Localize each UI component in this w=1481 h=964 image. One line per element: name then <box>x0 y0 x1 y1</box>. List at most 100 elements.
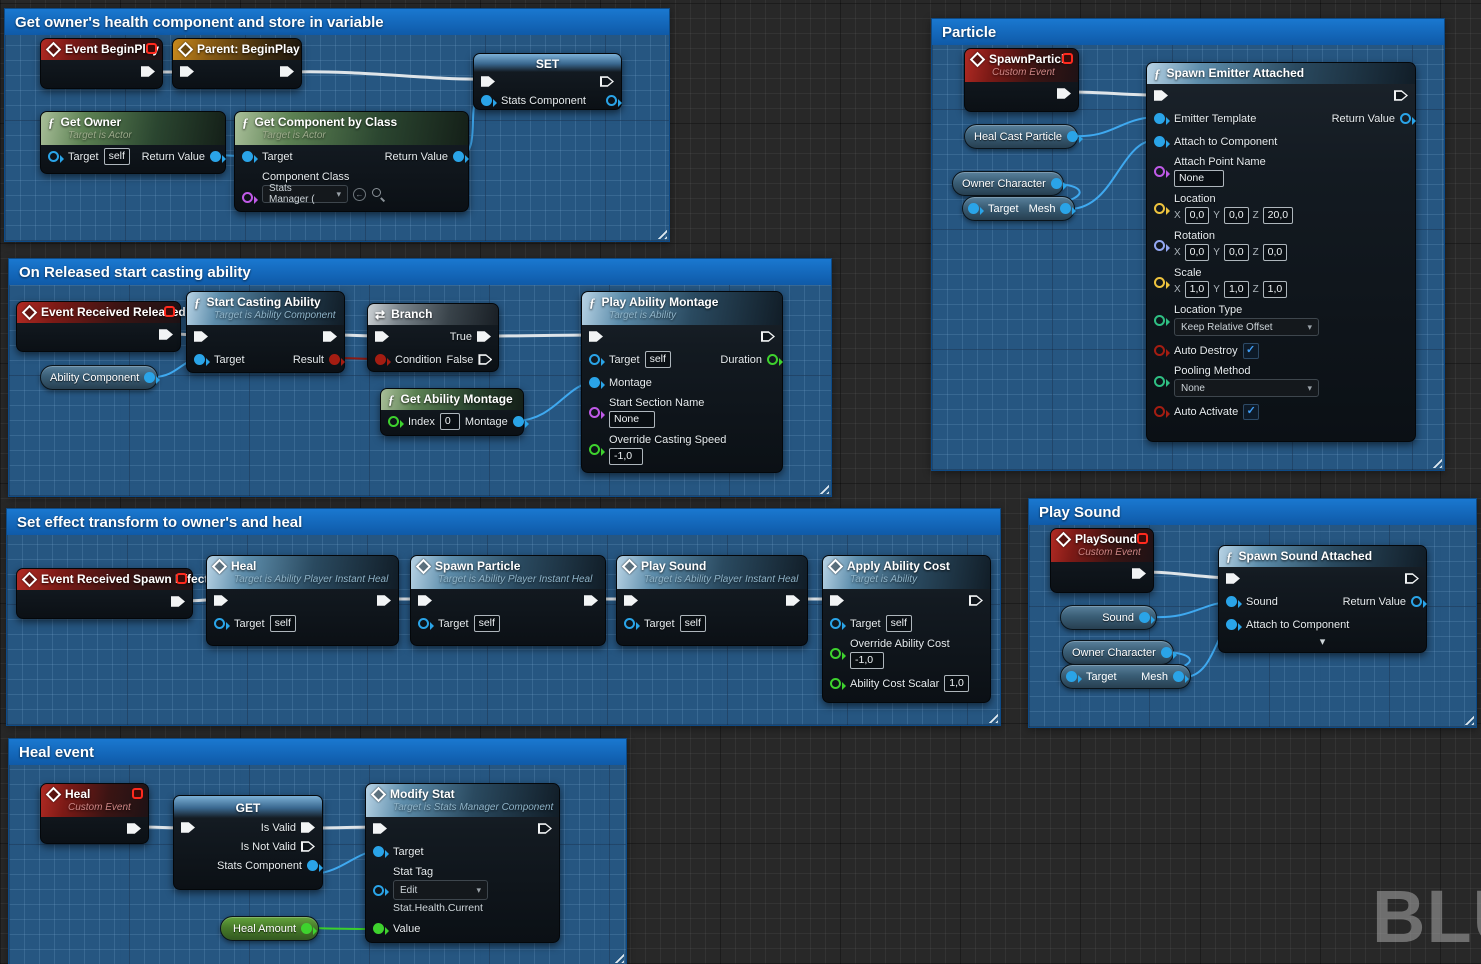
node-get-owner[interactable]: Get OwnerTarget is Actor TargetselfRetur… <box>40 111 226 174</box>
variable-out-pin[interactable] <box>301 923 312 934</box>
variable-out-pin[interactable] <box>1051 178 1062 189</box>
mesh-out-pin[interactable] <box>1060 203 1071 214</box>
return-value-pin[interactable] <box>453 151 464 162</box>
comment-title[interactable]: Play Sound <box>1029 499 1476 525</box>
exec-in-pin[interactable] <box>589 330 603 343</box>
node-event-received-released[interactable]: Event Received Released <box>16 301 181 352</box>
attach-to-component-pin[interactable] <box>1154 136 1165 147</box>
scale-x-input[interactable]: 1,0 <box>1185 281 1210 298</box>
exec-out-pin[interactable] <box>141 65 155 78</box>
duration-pin[interactable] <box>767 354 778 365</box>
exec-in-pin[interactable] <box>830 594 844 607</box>
target-input[interactable]: self <box>645 351 671 368</box>
false-exec-pin[interactable] <box>478 353 492 366</box>
exec-in-pin[interactable] <box>214 594 228 607</box>
node-spawn-sound-attached[interactable]: Spawn Sound Attached SoundReturn Value A… <box>1218 545 1427 653</box>
stat-tag-pin[interactable] <box>373 885 384 896</box>
target-pin[interactable] <box>589 354 600 365</box>
comment-title[interactable]: Get owner's health component and store i… <box>5 9 669 35</box>
target-input[interactable]: self <box>270 615 296 632</box>
node-spawn-emitter-attached[interactable]: Spawn Emitter Attached Emitter TemplateR… <box>1146 62 1416 442</box>
override-casting-speed-input[interactable]: -1,0 <box>609 448 643 465</box>
attach-point-name-input[interactable]: None <box>1174 170 1224 187</box>
node-get-mesh-2[interactable]: TargetMesh <box>1060 664 1191 689</box>
target-pin[interactable] <box>1066 671 1077 682</box>
node-heal-call[interactable]: HealTarget is Ability Player Instant Hea… <box>206 555 399 646</box>
node-get-component-by-class[interactable]: Get Component by ClassTarget is Actor Ta… <box>234 111 469 212</box>
target-pin[interactable] <box>373 846 384 857</box>
node-get-ability-montage[interactable]: Get Ability Montage Index0Montage <box>380 388 524 436</box>
exec-in-pin[interactable] <box>1226 572 1240 585</box>
comment-resize-handle[interactable] <box>985 710 998 723</box>
attach-to-component-pin[interactable] <box>1226 619 1237 630</box>
exec-out-pin[interactable] <box>171 595 185 608</box>
true-exec-pin[interactable] <box>477 330 491 343</box>
pooling-method-pin[interactable] <box>1154 376 1165 387</box>
node-apply-ability-cost[interactable]: Apply Ability CostTarget is Ability Targ… <box>822 555 991 703</box>
node-event-beginplay[interactable]: Event BeginPlay <box>40 38 163 89</box>
rotation-pin[interactable] <box>1154 240 1165 251</box>
variable-get-heal-cast-particle[interactable]: Heal Cast Particle <box>964 124 1078 149</box>
target-pin[interactable] <box>214 618 225 629</box>
exec-out-pin[interactable] <box>761 330 775 343</box>
node-playsound-event[interactable]: PlaySoundCustom Event <box>1050 528 1154 593</box>
exec-out-pin[interactable] <box>159 328 173 341</box>
ability-cost-scalar-input[interactable]: 1,0 <box>944 675 969 692</box>
variable-out-pin[interactable] <box>1067 131 1078 142</box>
exec-out-pin[interactable] <box>538 822 552 835</box>
comment-title[interactable]: Particle <box>932 19 1444 45</box>
exec-out-pin[interactable] <box>1057 87 1071 100</box>
auto-activate-pin[interactable] <box>1154 406 1165 417</box>
is-not-valid-exec-pin[interactable] <box>301 840 315 853</box>
return-value-pin[interactable] <box>210 151 221 162</box>
location-x-input[interactable]: 0,0 <box>1185 207 1210 224</box>
emitter-template-pin[interactable] <box>1154 113 1165 124</box>
node-set-stats-component[interactable]: SET Stats Component <box>473 53 622 110</box>
comment-resize-handle[interactable] <box>816 481 829 494</box>
blueprint-graph-canvas[interactable]: BLU Get owner's health component and sto… <box>0 0 1481 964</box>
exec-out-pin[interactable] <box>377 594 391 607</box>
auto-activate-checkbox[interactable] <box>1243 404 1259 420</box>
return-value-pin[interactable] <box>1400 113 1411 124</box>
variable-out-pin[interactable] <box>1161 647 1172 658</box>
override-casting-speed-pin[interactable] <box>589 444 600 455</box>
component-class-dropdown[interactable]: Stats Manager ( <box>262 185 348 203</box>
rotation-z-input[interactable]: 0,0 <box>1263 244 1288 261</box>
stat-tag-dropdown[interactable]: Edit <box>393 880 488 900</box>
stats-component-in-pin[interactable] <box>481 95 492 106</box>
component-class-pin[interactable] <box>242 192 253 203</box>
comment-title[interactable]: Heal event <box>9 739 626 765</box>
node-start-casting-ability[interactable]: Start Casting AbilityTarget is Ability C… <box>186 291 345 373</box>
return-value-pin[interactable] <box>1411 596 1422 607</box>
pooling-method-dropdown[interactable]: None <box>1174 379 1319 397</box>
comment-resize-handle[interactable] <box>611 950 624 963</box>
variable-out-pin[interactable] <box>144 372 155 383</box>
is-valid-exec-pin[interactable] <box>301 821 315 834</box>
target-pin[interactable] <box>194 354 205 365</box>
node-heal-custom-event[interactable]: HealCustom Event <box>40 783 149 844</box>
browse-asset-icon[interactable] <box>371 187 385 201</box>
target-pin[interactable] <box>48 151 59 162</box>
exec-out-pin[interactable] <box>584 594 598 607</box>
exec-in-pin[interactable] <box>624 594 638 607</box>
node-get-mesh-1[interactable]: TargetMesh <box>962 196 1075 221</box>
attach-point-name-pin[interactable] <box>1154 166 1165 177</box>
exec-in-pin[interactable] <box>1154 89 1168 102</box>
use-selected-asset-icon[interactable] <box>353 188 366 201</box>
target-input[interactable]: self <box>104 148 130 165</box>
comment-resize-handle[interactable] <box>654 226 667 239</box>
node-modify-stat[interactable]: Modify StatTarget is Stats Manager Compo… <box>365 783 560 943</box>
variable-get-heal-amount[interactable]: Heal Amount <box>220 916 319 941</box>
variable-get-owner-character-1[interactable]: Owner Character <box>952 171 1064 196</box>
target-input[interactable]: self <box>886 615 912 632</box>
auto-destroy-checkbox[interactable] <box>1243 343 1259 359</box>
exec-in-pin[interactable] <box>373 822 387 835</box>
comment-resize-handle[interactable] <box>1461 712 1474 725</box>
exec-out-pin[interactable] <box>969 594 983 607</box>
override-ability-cost-pin[interactable] <box>830 648 841 659</box>
exec-in-pin[interactable] <box>194 330 208 343</box>
mesh-out-pin[interactable] <box>1173 671 1184 682</box>
exec-in-pin[interactable] <box>181 821 195 834</box>
target-input[interactable]: self <box>474 615 500 632</box>
node-play-sound-call[interactable]: Play SoundTarget is Ability Player Insta… <box>616 555 808 646</box>
